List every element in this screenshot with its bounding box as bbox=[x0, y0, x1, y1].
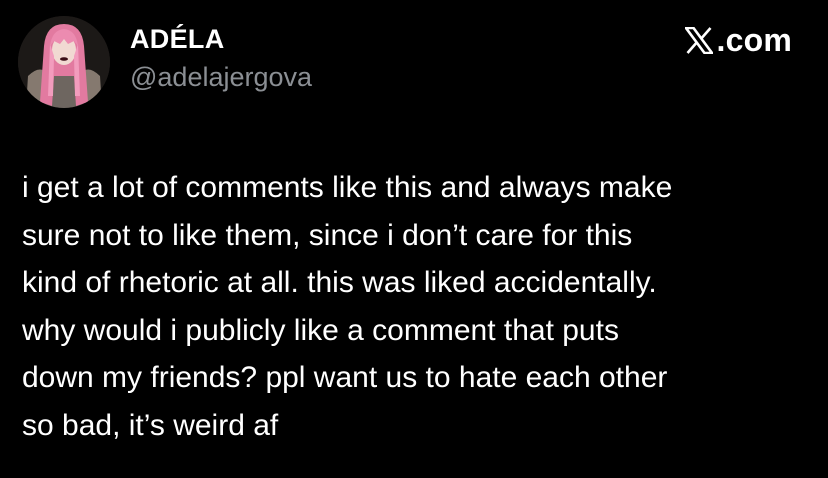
tweet-line: so bad, it’s weird af bbox=[22, 408, 279, 442]
display-name[interactable]: ADÉLA bbox=[130, 22, 225, 56]
user-handle[interactable]: @adelajergova bbox=[130, 60, 312, 94]
tweet-line: kind of rhetoric at all. this was liked … bbox=[22, 266, 657, 299]
x-logo-icon bbox=[684, 26, 713, 54]
avatar[interactable] bbox=[18, 16, 110, 108]
brand-watermark: .com bbox=[684, 20, 793, 60]
tweet-line: sure not to like them, since i don’t car… bbox=[22, 218, 633, 252]
tweet-card: ADÉLA @adelajergova .com i get a lot of … bbox=[0, 0, 828, 478]
tweet-body: i get a lot of comments like this and al… bbox=[22, 164, 812, 449]
profile-avatar-image bbox=[18, 16, 110, 108]
tweet-line: why would i publicly like a comment that… bbox=[22, 313, 619, 347]
tweet-line: i get a lot of comments like this and al… bbox=[22, 171, 673, 204]
brand-domain-text: .com bbox=[716, 22, 792, 58]
tweet-line: down my friends? ppl want us to hate eac… bbox=[22, 361, 668, 394]
